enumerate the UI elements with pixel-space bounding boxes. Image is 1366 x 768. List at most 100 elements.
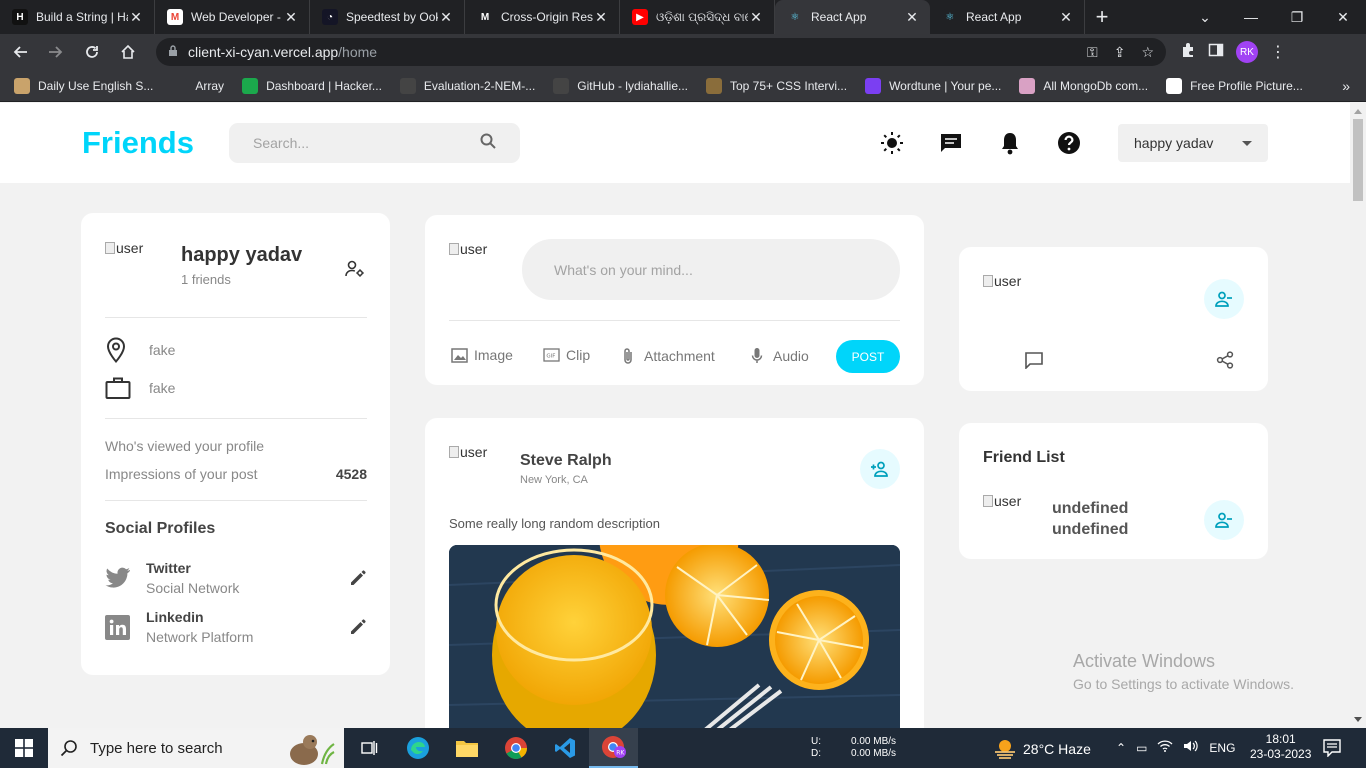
close-window-icon[interactable]: ✕ bbox=[1320, 0, 1366, 34]
bookmark-item[interactable]: GitHub - lydiahallie... bbox=[553, 77, 688, 94]
svg-text:RK: RK bbox=[616, 750, 625, 757]
social-profiles-title: Social Profiles bbox=[105, 520, 216, 537]
bookmark-item[interactable]: Array bbox=[171, 77, 224, 94]
edit-pencil-icon[interactable] bbox=[349, 618, 367, 641]
forward-icon[interactable] bbox=[40, 36, 72, 68]
bookmark-item[interactable]: Top 75+ CSS Intervi... bbox=[706, 77, 847, 94]
address-bar[interactable]: client-xi-cyan.vercel.app/home ⚿ ⇪ ☆ bbox=[156, 38, 1166, 66]
browser-tab[interactable]: ◔ Speedtest by Ook ✕ bbox=[310, 0, 465, 34]
messages-icon[interactable] bbox=[939, 129, 963, 157]
tab-search-icon[interactable]: ⌄ bbox=[1182, 0, 1228, 34]
bookmark-item[interactable]: Daily Use English S... bbox=[14, 77, 154, 94]
weather-widget[interactable]: 28°C Haze bbox=[993, 738, 1091, 760]
browser-tab[interactable]: M Cross-Origin Res ✕ bbox=[465, 0, 620, 34]
scroll-down-icon[interactable] bbox=[1354, 717, 1362, 722]
tab-close-icon[interactable]: ✕ bbox=[904, 9, 920, 26]
chrome-icon[interactable] bbox=[491, 728, 540, 768]
manage-accounts-icon[interactable] bbox=[345, 260, 365, 283]
chevron-up-icon[interactable]: ⌃ bbox=[1116, 741, 1126, 755]
social-name: Linkedin bbox=[146, 609, 204, 625]
profile-avatar[interactable]: RK bbox=[1236, 41, 1258, 63]
help-icon[interactable] bbox=[1057, 129, 1081, 157]
extensions-icon[interactable] bbox=[1180, 42, 1196, 63]
comment-icon[interactable] bbox=[1024, 351, 1044, 374]
chrome-profile-icon[interactable]: RK bbox=[589, 728, 638, 768]
search-input[interactable] bbox=[253, 135, 480, 151]
browser-tab-bar: H Build a String | Ha ✕ M Web Developer - ✕ ◔ S… bbox=[0, 0, 1366, 34]
person-remove-icon bbox=[1215, 291, 1232, 307]
attachment-tool-button[interactable]: Attachment bbox=[622, 347, 715, 365]
tab-close-icon[interactable]: ✕ bbox=[128, 9, 144, 26]
remove-friend-button[interactable] bbox=[1204, 279, 1244, 319]
restore-icon[interactable]: ❐ bbox=[1274, 0, 1320, 34]
haze-sun-icon bbox=[995, 740, 1015, 759]
browser-tab[interactable]: M Web Developer - ✕ bbox=[155, 0, 310, 34]
bookmark-star-icon[interactable]: ☆ bbox=[1141, 44, 1154, 61]
menu-dots-icon[interactable]: ⋮ bbox=[1270, 42, 1286, 62]
taskbar-search[interactable]: Type here to search bbox=[48, 728, 344, 768]
bookmark-item[interactable]: Evaluation-2-NEM-... bbox=[399, 77, 535, 94]
tab-close-icon[interactable]: ✕ bbox=[1058, 9, 1074, 26]
bookmark-item[interactable]: Free Profile Picture... bbox=[1166, 77, 1303, 94]
new-tab-icon[interactable]: + bbox=[1085, 0, 1119, 34]
tab-close-icon[interactable]: ✕ bbox=[593, 9, 609, 26]
reload-icon[interactable] bbox=[76, 36, 108, 68]
battery-icon[interactable]: ▭ bbox=[1136, 741, 1147, 755]
scroll-up-icon[interactable] bbox=[1354, 109, 1362, 114]
tab-close-icon[interactable]: ✕ bbox=[438, 9, 454, 26]
home-icon[interactable] bbox=[112, 36, 144, 68]
post-button[interactable]: POST bbox=[836, 340, 900, 373]
image-tool-button[interactable]: Image bbox=[451, 347, 513, 363]
edit-pencil-icon[interactable] bbox=[349, 569, 367, 592]
vscode-icon[interactable] bbox=[540, 728, 589, 768]
system-clock[interactable]: 18:01 23-03-2023 bbox=[1250, 732, 1311, 762]
key-icon[interactable]: ⚿ bbox=[1087, 44, 1098, 61]
tab-close-icon[interactable]: ✕ bbox=[748, 9, 764, 26]
user-dropdown[interactable]: happy yadav bbox=[1118, 124, 1268, 162]
add-friend-button[interactable] bbox=[860, 449, 900, 489]
browser-tab[interactable]: ⚛ React App ✕ bbox=[775, 0, 930, 34]
search-icon[interactable] bbox=[480, 133, 496, 154]
windows-start-icon[interactable] bbox=[0, 728, 48, 768]
notification-center-icon[interactable] bbox=[1323, 739, 1341, 762]
social-name: Twitter bbox=[146, 560, 191, 576]
sidepanel-icon[interactable] bbox=[1208, 42, 1224, 63]
bookmark-item[interactable]: Dashboard | Hacker... bbox=[242, 77, 382, 94]
task-view-icon[interactable] bbox=[344, 728, 393, 768]
tab-title: React App bbox=[966, 10, 1022, 24]
browser-tab[interactable]: ⚛ React App ✕ bbox=[930, 0, 1085, 34]
audio-tool-button[interactable]: Audio bbox=[751, 347, 809, 365]
profile-card: user happy yadav 1 friends fake fake Who… bbox=[81, 213, 390, 675]
share-icon[interactable]: ⇪ bbox=[1114, 44, 1126, 61]
browser-tab[interactable]: H Build a String | Ha ✕ bbox=[0, 0, 155, 34]
tab-close-icon[interactable]: ✕ bbox=[283, 9, 299, 26]
taskbar-search-placeholder: Type here to search bbox=[90, 739, 223, 757]
app-logo[interactable]: Friends bbox=[82, 125, 194, 161]
file-explorer-icon[interactable] bbox=[442, 728, 491, 768]
bookmarks-overflow-icon[interactable]: » bbox=[1342, 78, 1350, 94]
wifi-icon[interactable] bbox=[1157, 740, 1173, 755]
post-author-name[interactable]: Steve Ralph bbox=[520, 452, 612, 470]
clip-tool-button[interactable]: GIF Clip bbox=[543, 347, 590, 363]
system-tray: ⌃ ▭ ENG bbox=[1116, 740, 1235, 755]
bookmark-item[interactable]: All MongoDb com... bbox=[1019, 77, 1148, 94]
remove-friend-button[interactable] bbox=[1204, 500, 1244, 540]
bookmark-label: Daily Use English S... bbox=[38, 78, 154, 93]
profile-name[interactable]: happy yadav bbox=[181, 244, 302, 267]
bookmark-item[interactable]: Wordtune | Your pe... bbox=[865, 77, 1001, 94]
composer-input[interactable] bbox=[554, 261, 868, 278]
volume-icon[interactable] bbox=[1183, 740, 1199, 755]
friend-name[interactable]: undefined undefined bbox=[1052, 498, 1128, 540]
scrollbar-thumb[interactable] bbox=[1353, 119, 1363, 201]
bookmark-favicon-icon bbox=[171, 77, 188, 94]
dark-mode-toggle-icon[interactable] bbox=[880, 129, 904, 157]
browser-tab[interactable]: ▶ ଓଡ଼ିଶା ପ୍ରସିଦ୍ଧ ବାଲେ✕ bbox=[620, 0, 775, 34]
back-icon[interactable] bbox=[4, 36, 36, 68]
minimize-icon[interactable]: — bbox=[1228, 0, 1274, 34]
page-scrollbar[interactable] bbox=[1350, 103, 1366, 728]
edge-icon[interactable] bbox=[393, 728, 442, 768]
share-icon[interactable] bbox=[1216, 351, 1234, 374]
notifications-bell-icon[interactable] bbox=[998, 129, 1022, 157]
input-language[interactable]: ENG bbox=[1209, 741, 1235, 755]
person-add-icon bbox=[871, 461, 888, 477]
